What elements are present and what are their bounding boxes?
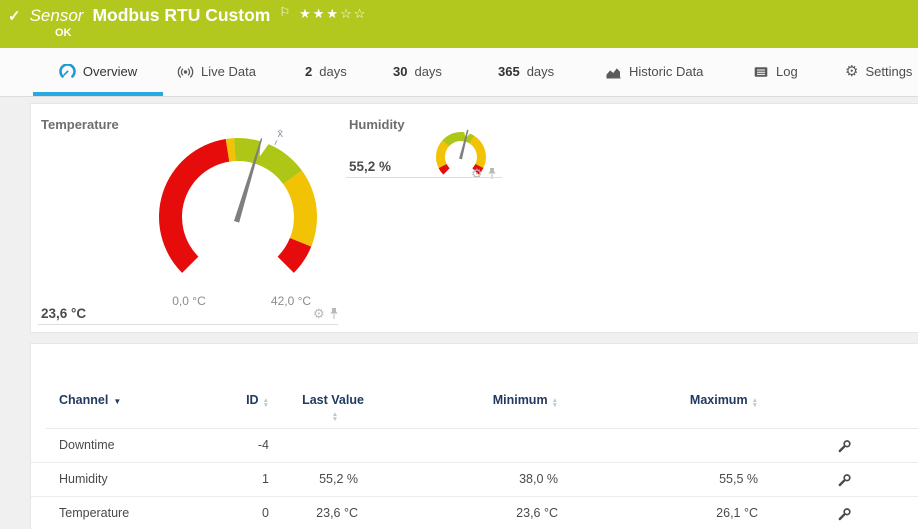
tile-divider [38, 324, 338, 325]
column-header-last-value[interactable]: Last Value ▲ ▼ [298, 393, 368, 423]
sort-caret-icon: ▼ [113, 397, 122, 406]
prtg-sensor-page: ✓ Sensor Modbus RTU Custom ⚐ ★★★☆☆ OK Ov… [0, 0, 918, 529]
ok-check-icon: ✓ [8, 7, 21, 25]
temperature-tile-actions: ⚙ [313, 307, 339, 320]
table-row[interactable]: Downtime -4 [31, 429, 918, 463]
tab-label: days [414, 64, 442, 79]
sensor-title: Modbus RTU Custom [92, 5, 271, 25]
gauge-max-label: 42,0 °C [270, 294, 312, 308]
gauge-min-label: 0,0 °C [172, 294, 206, 308]
channel-name: Humidity [59, 472, 108, 486]
sort-icon: ▲ ▼ [331, 411, 339, 423]
tab-overview[interactable]: Overview [33, 48, 163, 96]
column-header-label: Channel [59, 393, 109, 407]
sensor-status-header: ✓ Sensor Modbus RTU Custom ⚐ ★★★☆☆ OK [0, 0, 918, 48]
column-header-id[interactable]: ID ▲ ▼ [171, 393, 269, 409]
tab-label: Settings [865, 64, 913, 79]
humidity-tile-title: Humidity [349, 117, 405, 132]
column-header-label: Last Value [302, 393, 364, 407]
tab-number: 365 [498, 64, 520, 79]
mean-marker-label: x̄ [277, 128, 283, 140]
broadcast-icon [177, 64, 194, 80]
tile-divider [346, 177, 502, 178]
tab-label: days [319, 64, 347, 79]
tab-label: Historic Data [629, 64, 704, 79]
log-list-icon [753, 65, 769, 79]
tab-label: Log [776, 64, 798, 79]
channel-settings-icon[interactable] [831, 429, 859, 462]
channel-table-rows: Downtime -4 Humidity 1 55,2 % 38,0 % 55,… [31, 429, 918, 529]
gauge-icon [59, 64, 76, 79]
priority-stars[interactable]: ★★★☆☆ [299, 6, 367, 22]
channel-minimum: 23,6 °C [516, 506, 558, 520]
column-header-channel[interactable]: Channel ▼ [59, 393, 121, 407]
temperature-gauge: x̄ [158, 128, 317, 273]
channel-settings-icon[interactable] [831, 463, 859, 496]
pin-icon[interactable] [487, 167, 497, 180]
sort-icon: ▲ ▼ [751, 397, 758, 409]
humidity-tile-actions: ⚙ [471, 167, 497, 180]
gear-icon: ⚙ [845, 63, 859, 80]
tab-label: Overview [82, 64, 138, 79]
table-row[interactable]: Humidity 1 55,2 % 38,0 % 55,5 % [31, 463, 918, 497]
tab-number: 2 [305, 64, 313, 79]
pin-icon[interactable] [329, 307, 339, 320]
column-header-label: ID [246, 393, 259, 407]
sensor-title-row: ✓ Sensor Modbus RTU Custom ⚐ ★★★☆☆ [8, 5, 367, 26]
channel-name: Temperature [59, 506, 130, 520]
tab-30-days[interactable]: 30 days [393, 48, 442, 95]
area-chart-icon [605, 65, 622, 79]
table-row[interactable]: Temperature 0 23,6 °C 23,6 °C 26,1 °C [31, 497, 918, 529]
tile-gear-icon[interactable]: ⚙ [471, 167, 483, 180]
temperature-tile-title: Temperature [41, 117, 119, 132]
tab-number: 30 [393, 64, 408, 79]
column-header-maximum[interactable]: Maximum ▲ ▼ [611, 393, 758, 409]
sensor-tabbar: Overview Live Data 2 days 30 days 365 da… [0, 48, 918, 97]
column-header-minimum[interactable]: Minimum ▲ ▼ [411, 393, 558, 409]
channel-name: Downtime [59, 438, 115, 452]
channel-last-value: 55,2 % [319, 472, 358, 486]
sensor-status-badge: OK [55, 27, 72, 39]
column-header-label: Minimum [492, 393, 548, 407]
temperature-value: 23,6 °C [41, 306, 87, 321]
channel-minimum: 38,0 % [519, 472, 558, 486]
object-type-label: Sensor [29, 5, 84, 25]
channel-maximum: 26,1 °C [716, 506, 758, 520]
tile-gear-icon[interactable]: ⚙ [313, 307, 325, 320]
tab-historic-data[interactable]: Historic Data [605, 48, 703, 95]
flag-icon[interactable]: ⚐ [279, 5, 290, 19]
sort-icon: ▲ ▼ [551, 397, 558, 409]
humidity-gauge [436, 129, 487, 175]
gauges-panel: Temperature x̄ 0,0 °C 42,0 °C 23,6 °C ⚙ … [30, 103, 918, 333]
channels-panel: Channel ▼ ID ▲ ▼ Last Value ▲ ▼ Minimum ▲ ▼ Max… [30, 343, 918, 529]
column-header-label: Maximum [689, 393, 748, 407]
channel-id: -4 [257, 438, 269, 452]
tab-365-days[interactable]: 365 days [498, 48, 554, 95]
tab-log[interactable]: Log [753, 48, 798, 95]
tab-2-days[interactable]: 2 days [305, 48, 347, 95]
channel-settings-icon[interactable] [831, 497, 859, 529]
tab-settings[interactable]: ⚙ Settings [845, 48, 912, 95]
humidity-value: 55,2 % [349, 159, 392, 174]
channel-maximum: 55,5 % [719, 472, 758, 486]
tab-live-data[interactable]: Live Data [177, 48, 256, 95]
sort-icon: ▲ ▼ [262, 397, 269, 409]
tab-label: days [526, 64, 555, 79]
tab-label: Live Data [201, 64, 256, 79]
channel-last-value: 23,6 °C [316, 506, 358, 520]
